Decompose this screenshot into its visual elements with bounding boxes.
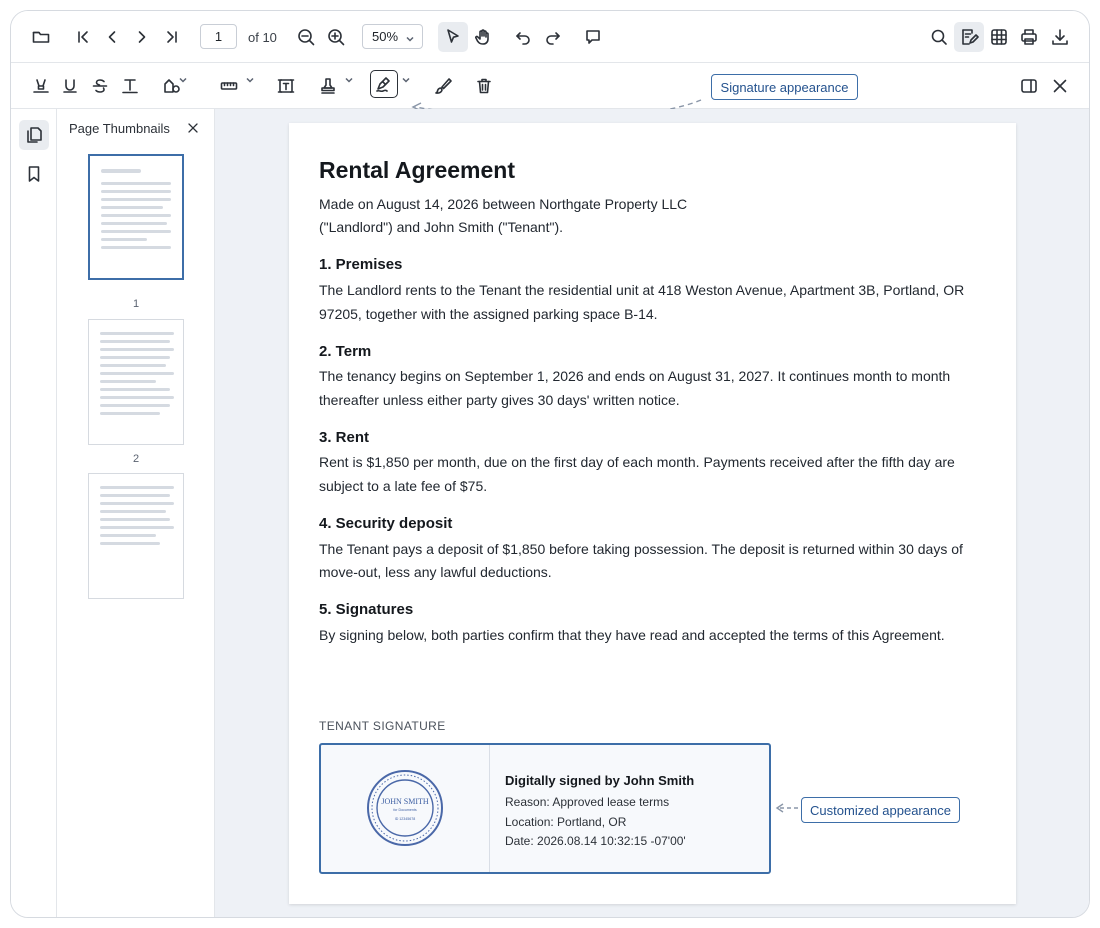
page-thumbnail-3[interactable] [88, 473, 184, 599]
annotate-edit-icon[interactable] [954, 22, 984, 52]
thumbnail-label-1: 1 [132, 298, 140, 310]
thumbnails-pages-icon[interactable] [19, 120, 49, 150]
stamp-icon[interactable] [313, 71, 343, 101]
close-icon[interactable] [1045, 71, 1075, 101]
redo-icon[interactable] [538, 22, 568, 52]
section-heading: 3. Rent [319, 429, 370, 446]
section-text: Rent is $1,850 per month, due on the fir… [319, 454, 955, 470]
intro-line-1: Made on August 14, 2026 between Northgat… [319, 196, 688, 212]
pdf-viewer-window: 1 of 10 50% Signature appearance Page Th… [10, 10, 1090, 918]
signature-seal-icon: JOHN SMITH for Documents ID 12345678 [367, 770, 443, 846]
seal-name: JOHN SMITH [381, 797, 429, 806]
text-box-icon[interactable] [271, 71, 301, 101]
section-text: 97205, together with the assigned parkin… [319, 306, 658, 322]
signature-field-label: TENANT SIGNATURE [319, 719, 446, 733]
document-title: Rental Agreement [319, 157, 515, 183]
print-icon[interactable] [1014, 22, 1044, 52]
signature-reason: Reason: Approved lease terms [505, 795, 670, 809]
intro-line-2: ("Landlord") and John Smith ("Tenant"). [319, 219, 564, 235]
zoom-select[interactable]: 50% [362, 24, 423, 49]
chevron-down-icon[interactable] [178, 72, 188, 83]
annotation-toolbar: Signature appearance [11, 63, 1089, 120]
signature-tool-icon[interactable] [370, 70, 398, 98]
page-number-input[interactable]: 1 [200, 24, 237, 49]
section-text: By signing below, both parties confirm t… [319, 627, 945, 643]
section-text: The Tenant pays a deposit of $1,850 befo… [319, 541, 963, 557]
panel-toggle-icon[interactable] [1014, 71, 1044, 101]
comment-icon[interactable] [578, 22, 608, 52]
main-toolbar: 1 of 10 50% [11, 11, 1089, 63]
document-canvas: Rental Agreement Made on August 14, 2026… [215, 109, 1089, 917]
left-rail [11, 109, 57, 917]
section-heading: 5. Signatures [319, 601, 414, 618]
thumbnails-title: Page Thumbnails [69, 121, 170, 136]
signed-by: Digitally signed by John Smith [505, 773, 695, 788]
signature-field[interactable]: JOHN SMITH for Documents ID 12345678 Dig… [319, 743, 771, 874]
seal-subtitle: for Documents [393, 808, 417, 812]
highlight-icon[interactable] [26, 71, 56, 101]
zoom-out-icon[interactable] [291, 22, 321, 52]
customized-appearance-callout: Customized appearance [801, 797, 960, 823]
signature-divider [489, 745, 490, 872]
measure-ruler-icon[interactable] [214, 71, 244, 101]
section-text: subject to a late fee of $75. [319, 478, 488, 494]
signature-location: Location: Portland, OR [505, 815, 627, 829]
section-text: move-out, less any lawful deductions. [319, 564, 552, 580]
table-grid-icon[interactable] [984, 22, 1014, 52]
signature-date: Date: 2026.08.14 10:32:15 -07'00' [505, 834, 686, 848]
signature-appearance-callout: Signature appearance [711, 74, 858, 100]
open-folder-icon[interactable] [26, 22, 56, 52]
callout-arrow [775, 803, 798, 813]
section-heading: 4. Security deposit [319, 515, 453, 532]
strikethrough-icon[interactable] [85, 71, 115, 101]
zoom-in-icon[interactable] [321, 22, 351, 52]
page-thumbnail-1[interactable] [88, 154, 184, 280]
seal-id: ID 12345678 [395, 817, 416, 821]
first-page-icon[interactable] [68, 22, 98, 52]
download-icon[interactable] [1045, 22, 1075, 52]
next-page-icon[interactable] [127, 22, 157, 52]
close-icon[interactable] [181, 116, 205, 140]
zoom-value: 50% [372, 29, 399, 44]
chevron-down-icon[interactable] [245, 72, 255, 83]
section-text: The tenancy begins on September 1, 2026 … [319, 368, 951, 384]
underline-icon[interactable] [55, 71, 85, 101]
bookmark-icon[interactable] [19, 159, 49, 189]
text-tool-icon[interactable] [115, 71, 145, 101]
page-total-label: of 10 [248, 30, 277, 45]
section-heading: 1. Premises [319, 256, 403, 273]
search-icon[interactable] [924, 22, 954, 52]
section-text: thereafter unless either party gives 30 … [319, 392, 680, 408]
thumbnail-label-2: 2 [132, 453, 140, 465]
section-heading: 2. Term [319, 343, 372, 360]
previous-page-icon[interactable] [97, 22, 127, 52]
undo-icon[interactable] [508, 22, 538, 52]
thumbnails-panel: Page Thumbnails 1 2 [57, 109, 215, 917]
page-thumbnail-2[interactable] [88, 319, 184, 445]
select-tool-icon[interactable] [438, 22, 468, 52]
last-page-icon[interactable] [157, 22, 187, 52]
chevron-down-icon [405, 32, 415, 42]
section-text: The Landlord rents to the Tenant the res… [319, 282, 965, 298]
document-page: Rental Agreement Made on August 14, 2026… [289, 123, 1016, 904]
chevron-down-icon[interactable] [401, 72, 411, 83]
chevron-down-icon[interactable] [344, 72, 354, 83]
pan-hand-icon[interactable] [468, 22, 498, 52]
